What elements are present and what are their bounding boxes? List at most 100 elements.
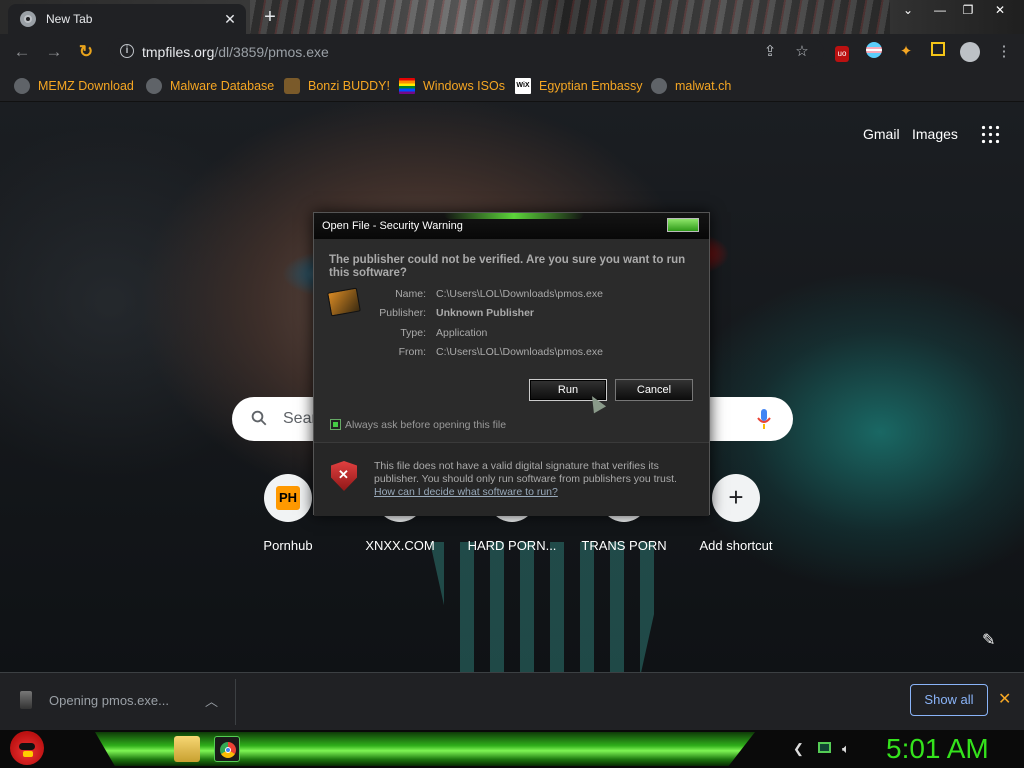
extensions-puzzle-icon[interactable]: ✦ bbox=[896, 42, 916, 62]
microphone-icon[interactable] bbox=[757, 408, 771, 430]
back-button[interactable]: ← bbox=[10, 40, 34, 64]
help-link[interactable]: How can I decide what software to run? bbox=[374, 486, 558, 498]
show-all-button[interactable]: Show all bbox=[910, 684, 988, 716]
globe-icon bbox=[146, 78, 162, 94]
url-host: tmpfiles.org bbox=[142, 44, 215, 60]
bonzi-icon bbox=[284, 78, 300, 94]
pornhub-icon: PH bbox=[276, 486, 300, 510]
reload-button[interactable]: ↻ bbox=[74, 40, 98, 64]
field-type: Type: Application bbox=[354, 327, 694, 339]
tab-title: New Tab bbox=[46, 12, 93, 26]
chrome-icon bbox=[20, 11, 36, 27]
tab-strip-background bbox=[250, 0, 890, 34]
bookmarks-bar: MEMZ Download Malware Database Bonzi BUD… bbox=[0, 70, 1024, 102]
field-publisher: Publisher: Unknown Publisher bbox=[354, 307, 694, 319]
shortcut-label: XNXX.COM bbox=[365, 538, 435, 553]
menu-kebab-icon[interactable]: ⋮ bbox=[994, 42, 1014, 62]
shortcut-icon: + bbox=[712, 474, 760, 522]
download-status[interactable]: Opening pmos.exe... bbox=[49, 693, 169, 708]
background-image bbox=[430, 542, 670, 672]
site-info-icon[interactable]: i bbox=[120, 44, 134, 58]
close-download-bar-icon[interactable]: ✕ bbox=[998, 689, 1011, 709]
always-ask-label[interactable]: Always ask before opening this file bbox=[345, 419, 506, 431]
field-value: C:\Users\LOL\Downloads\pmos.exe bbox=[436, 346, 603, 358]
forward-button[interactable]: → bbox=[42, 40, 66, 64]
field-from: From: C:\Users\LOL\Downloads\pmos.exe bbox=[354, 346, 694, 358]
plus-icon: + bbox=[728, 482, 744, 512]
tab-new-tab[interactable]: New Tab ✕ bbox=[8, 4, 246, 34]
divider bbox=[235, 679, 236, 725]
download-bar: Opening pmos.exe... ︿ Show all ✕ bbox=[0, 672, 1024, 730]
shortcut-icon: PH bbox=[264, 474, 312, 522]
bookmark-label: MEMZ Download bbox=[38, 79, 134, 93]
bookmark-label: malwat.ch bbox=[675, 79, 732, 93]
taskbar bbox=[0, 730, 1024, 768]
shortcut-label: Add shortcut bbox=[699, 538, 773, 553]
bookmark-label: Windows ISOs bbox=[423, 79, 505, 93]
restore-button[interactable]: ❐ bbox=[954, 0, 982, 22]
taskbar-clock[interactable]: 5:01 AM bbox=[886, 733, 989, 765]
globe-icon bbox=[651, 78, 667, 94]
close-window-button[interactable]: ✕ bbox=[986, 0, 1014, 22]
bookmark-bonzi-buddy[interactable]: Bonzi BUDDY! bbox=[284, 76, 390, 96]
bookmark-memz[interactable]: MEMZ Download bbox=[14, 76, 134, 96]
bookmark-malware-database[interactable]: Malware Database bbox=[146, 76, 274, 96]
bookmark-star-icon[interactable]: ☆ bbox=[792, 42, 812, 62]
shortcut-label: HARD PORN... bbox=[467, 538, 557, 553]
field-key: Type: bbox=[400, 327, 426, 339]
windows-flag-icon bbox=[399, 78, 415, 94]
shortcut-label: Pornhub bbox=[263, 538, 313, 553]
network-icon[interactable] bbox=[818, 741, 831, 756]
bookmark-windows-isos[interactable]: Windows ISOs bbox=[399, 76, 505, 96]
globe-icon bbox=[14, 78, 30, 94]
shortcut-label: TRANS PORN bbox=[581, 538, 667, 553]
bookmark-label: Egyptian Embassy bbox=[539, 79, 643, 93]
profile-avatar-icon[interactable] bbox=[960, 42, 980, 62]
gmail-link[interactable]: Gmail bbox=[863, 126, 900, 142]
security-shield-icon bbox=[331, 461, 357, 491]
minimize-button[interactable]: — bbox=[926, 0, 954, 22]
search-icon bbox=[251, 410, 267, 426]
bookmark-label: Bonzi BUDDY! bbox=[308, 79, 390, 93]
trans-flag-extension-icon[interactable] bbox=[864, 42, 884, 62]
bookmark-egyptian-embassy[interactable]: WiX Egyptian Embassy bbox=[515, 76, 643, 96]
side-panel-icon[interactable] bbox=[928, 42, 948, 62]
bookmark-malwatch[interactable]: malwat.ch bbox=[651, 76, 731, 96]
chevron-up-icon[interactable]: ︿ bbox=[205, 691, 218, 710]
title-bar-glow bbox=[444, 213, 584, 219]
ublock-origin-icon[interactable]: uo bbox=[832, 42, 852, 62]
chevron-down-icon[interactable]: ⌄ bbox=[894, 0, 922, 22]
field-key: Name: bbox=[395, 288, 426, 300]
bookmark-label: Malware Database bbox=[170, 79, 275, 93]
always-ask-checkbox[interactable] bbox=[330, 419, 341, 430]
cancel-button[interactable]: Cancel bbox=[615, 379, 693, 401]
dialog-title-bar[interactable]: Open File - Security Warning bbox=[314, 213, 709, 239]
field-key: From: bbox=[398, 346, 426, 358]
start-button-angry-bird-icon[interactable] bbox=[10, 731, 44, 765]
toolbar: ← → ↻ i tmpfiles.org/dl/3859/pmos.exe ⇪ … bbox=[0, 34, 1024, 70]
google-apps-icon[interactable] bbox=[980, 124, 1000, 144]
url-text: tmpfiles.org/dl/3859/pmos.exe bbox=[142, 44, 329, 60]
address-bar[interactable]: i tmpfiles.org/dl/3859/pmos.exe bbox=[108, 38, 824, 66]
images-link[interactable]: Images bbox=[912, 126, 958, 142]
field-value: Unknown Publisher bbox=[436, 307, 535, 319]
signature-warning-text: This file does not have a valid digital … bbox=[374, 460, 677, 485]
field-value: C:\Users\LOL\Downloads\pmos.exe bbox=[436, 288, 603, 300]
wix-icon: WiX bbox=[515, 78, 531, 94]
volume-icon[interactable]: 🔈︎ bbox=[842, 741, 850, 757]
search-placeholder: Sear bbox=[283, 410, 317, 427]
field-value: Application bbox=[436, 327, 488, 339]
new-tab-button[interactable]: + bbox=[259, 6, 281, 28]
security-warning-dialog: Open File - Security Warning The publish… bbox=[313, 212, 710, 516]
customize-pencil-icon[interactable]: ✎ bbox=[982, 630, 1000, 649]
chrome-taskbar-icon[interactable] bbox=[214, 736, 240, 762]
share-icon[interactable]: ⇪ bbox=[760, 42, 780, 62]
dialog-title: Open File - Security Warning bbox=[322, 220, 463, 232]
close-tab-icon[interactable]: ✕ bbox=[220, 9, 240, 29]
dialog-question: The publisher could not be verified. Are… bbox=[329, 254, 686, 279]
file-explorer-icon[interactable] bbox=[174, 736, 200, 762]
tray-overflow-icon[interactable]: ❮ bbox=[793, 741, 804, 757]
file-icon bbox=[20, 691, 32, 709]
field-key: Publisher: bbox=[379, 307, 426, 319]
dialog-close-button[interactable] bbox=[667, 218, 699, 232]
